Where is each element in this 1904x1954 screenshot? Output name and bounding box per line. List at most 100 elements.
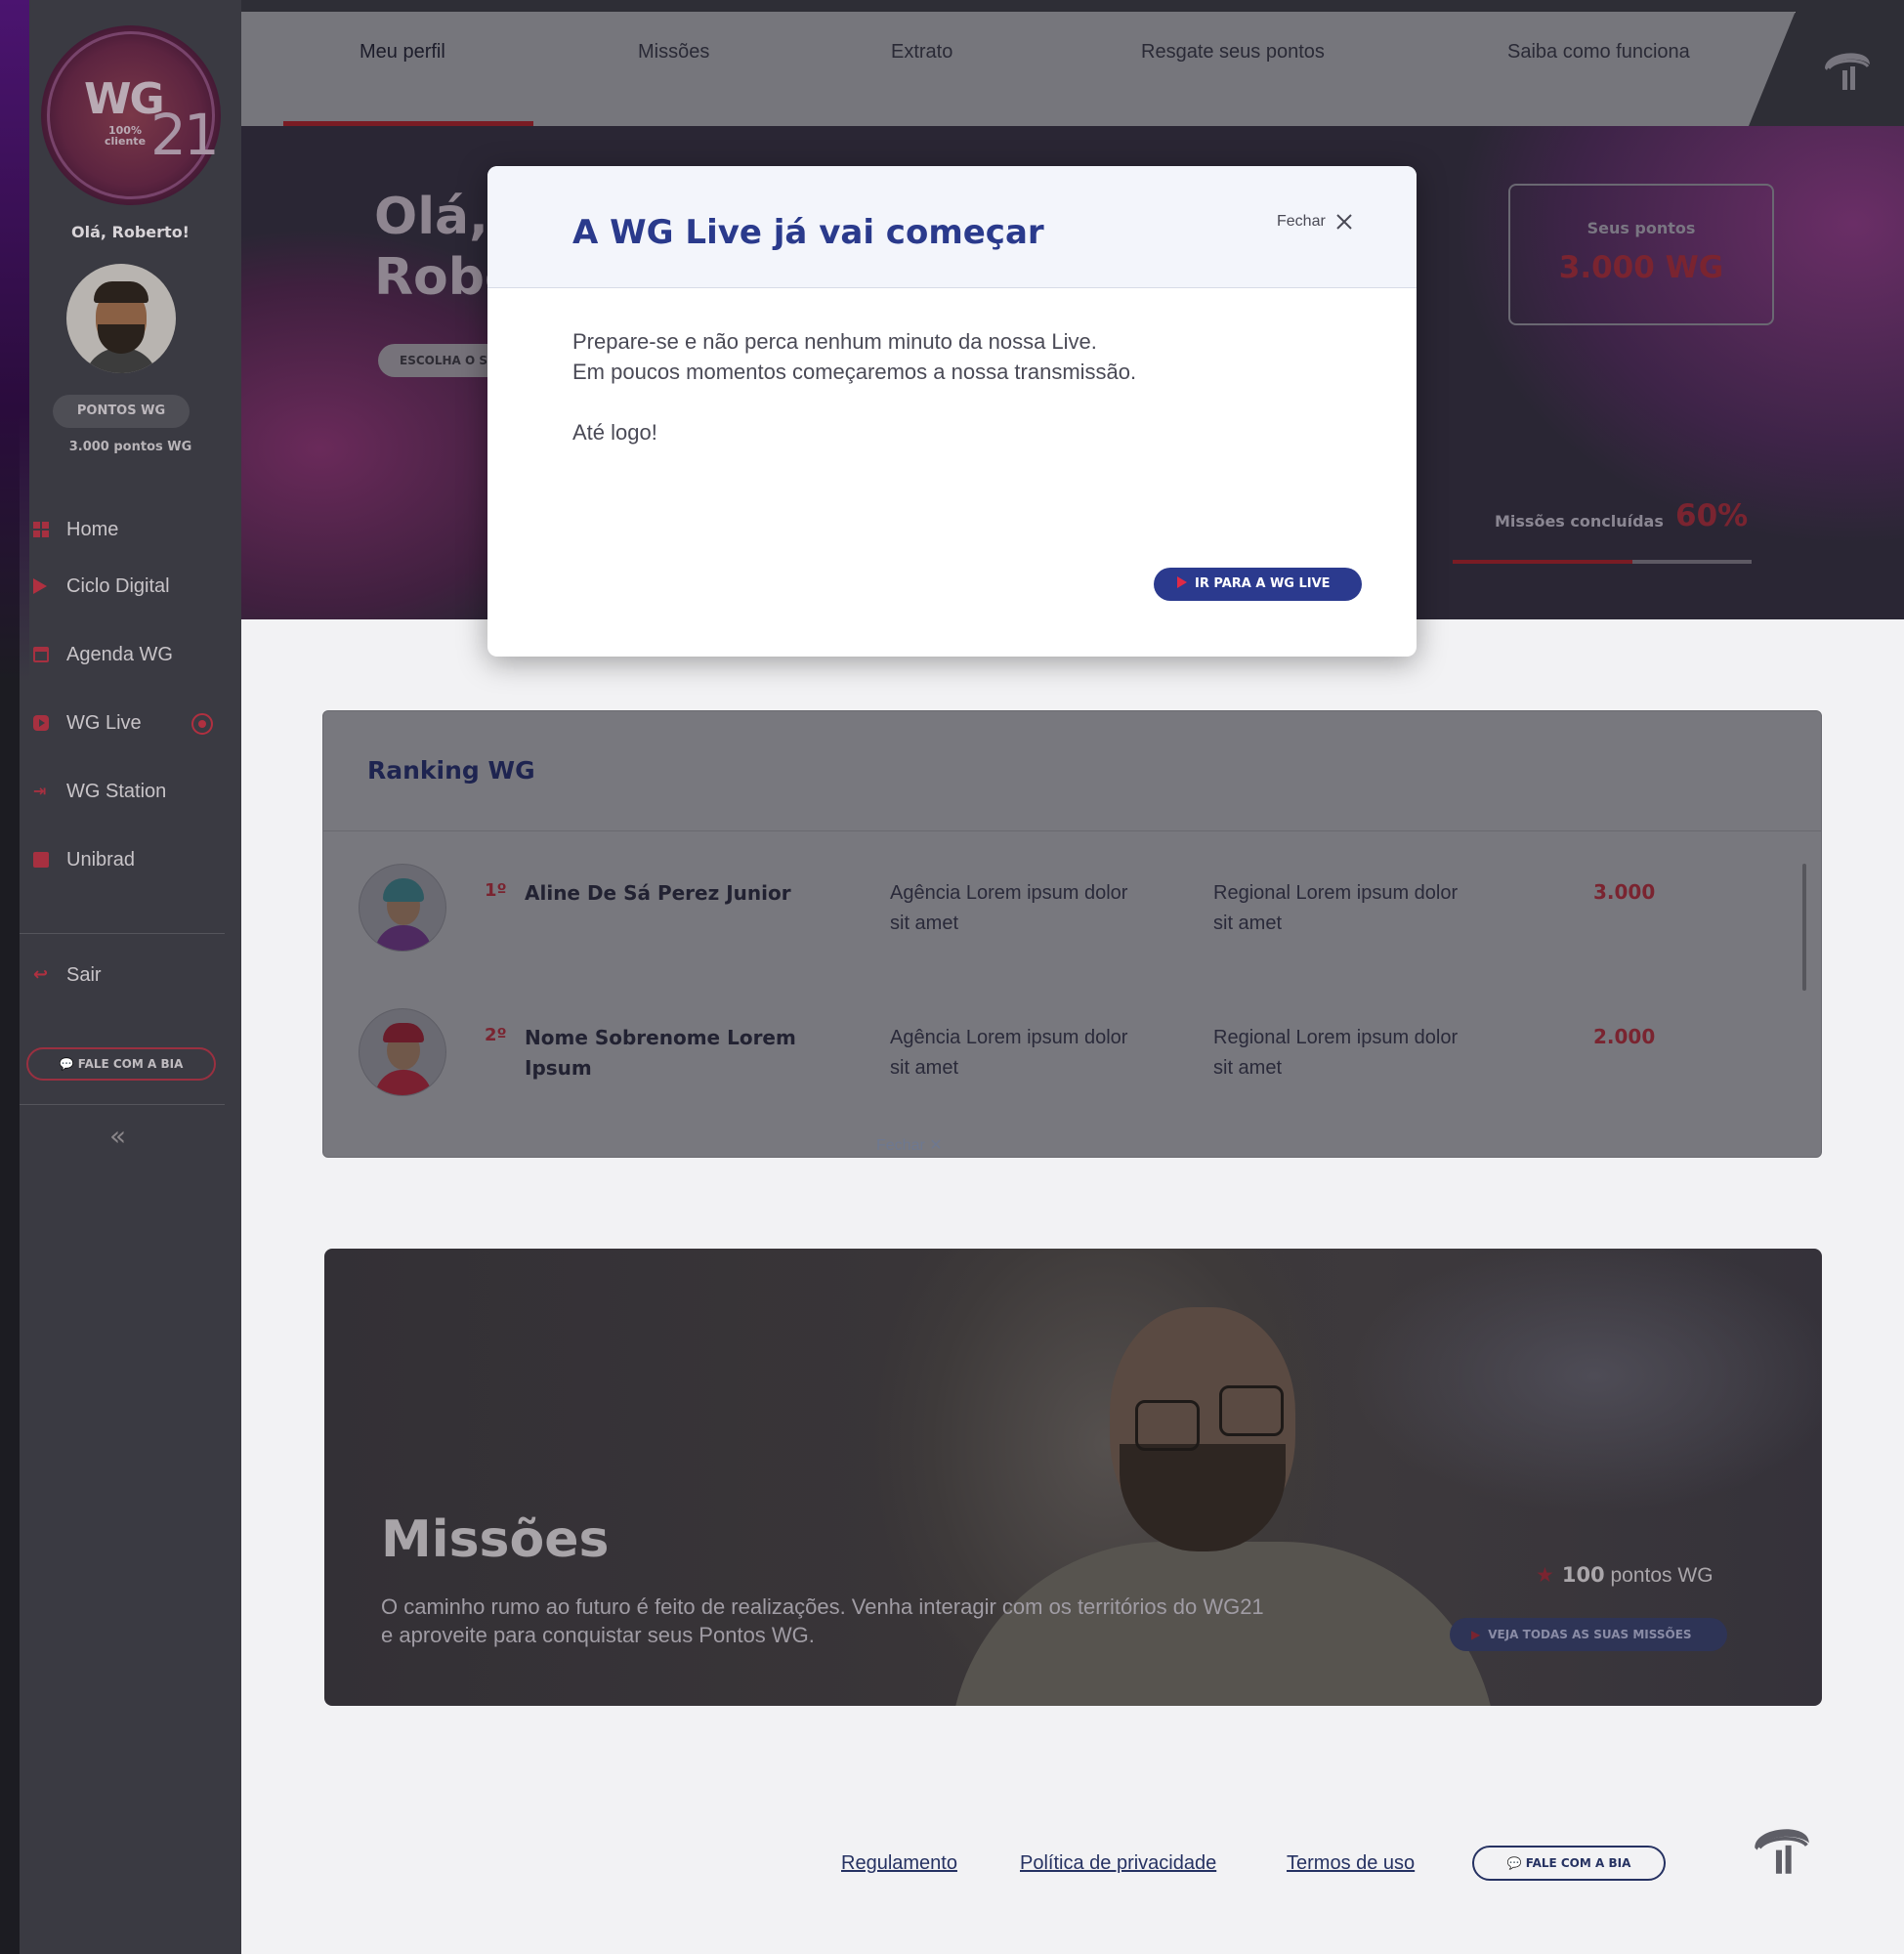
bradesco-logo-icon[interactable]	[1819, 39, 1876, 96]
divider	[20, 1104, 225, 1105]
wg-live-modal: A WG Live já vai começar Fechar Prepare-…	[487, 166, 1417, 657]
avatar[interactable]	[66, 264, 176, 373]
missions-title: Missões	[381, 1510, 610, 1569]
footer-bia-label: FALE COM A BIA	[1525, 1856, 1631, 1870]
footer-link-termos[interactable]: Termos de uso	[1287, 1852, 1415, 1875]
sidebar-item-unibrad[interactable]: Unibrad	[33, 840, 229, 879]
live-indicator-icon	[191, 713, 213, 735]
missions-progress-fill	[1453, 560, 1632, 564]
sidebar-greeting: Olá, Roberto!	[71, 223, 190, 241]
tab-resgate[interactable]: Resgate seus pontos	[1141, 41, 1325, 64]
sidebar-item-label: Home	[66, 518, 119, 540]
wg21-logo[interactable]: WG 21 100% cliente	[41, 25, 221, 205]
missions-done-label: Missões concluídas	[1495, 512, 1664, 531]
video-icon	[33, 715, 49, 731]
modal-title: A WG Live já vai começar	[572, 213, 1044, 252]
tab-meu-perfil[interactable]: Meu perfil	[360, 41, 445, 64]
fale-com-bia-button[interactable]: 💬 FALE COM A BIA	[26, 1047, 216, 1081]
table-row[interactable]: 2º Nome Sobrenome Lorem Ipsum Agência Lo…	[323, 981, 1821, 1118]
fale-com-bia-label: FALE COM A BIA	[77, 1057, 184, 1071]
choose-button[interactable]: ESCOLHA O S	[378, 344, 505, 377]
sidebar-glow	[0, 0, 29, 684]
rank-position: 1º	[485, 880, 507, 901]
star-icon: ★	[1536, 1564, 1554, 1587]
logo-number: 21	[150, 102, 220, 168]
close-icon[interactable]	[1335, 213, 1353, 231]
sidebar-points-text: 3.000 pontos WG	[68, 440, 192, 454]
rank-agency: Agência Lorem ipsum dolor sit amet	[890, 882, 1128, 934]
footer-bradesco-logo-icon	[1755, 1829, 1809, 1874]
collapse-sidebar-icon[interactable]: «	[109, 1120, 126, 1152]
play-icon	[33, 578, 47, 594]
top-navigation	[241, 12, 1795, 126]
avatar	[359, 864, 446, 952]
banner-photo-beard	[1120, 1444, 1286, 1551]
avatar-hat	[383, 1023, 424, 1042]
sidebar-item-label: Unibrad	[66, 848, 136, 871]
see-all-missions-button[interactable]: ▶ VEJA TODAS AS SUAS MISSÕES	[1450, 1618, 1727, 1651]
avatar-body	[375, 925, 432, 951]
modal-body: Prepare-se e não perca nenhum minuto da …	[572, 326, 1354, 447]
rank-points: 3.000	[1593, 880, 1656, 904]
rank-regional: Regional Lorem ipsum dolor sit amet	[1213, 882, 1459, 934]
avatar-beard	[98, 324, 145, 354]
rank-agency: Agência Lorem ipsum dolor sit amet	[890, 1027, 1128, 1079]
play-icon: ▶	[1471, 1628, 1481, 1641]
rank-name: Nome Sobrenome Lorem Ipsum	[525, 1026, 796, 1080]
ghost-close-text: Fechar ✕	[876, 1137, 943, 1154]
sidebar-item-label: WG Live	[66, 711, 142, 734]
missions-points-suffix: pontos WG	[1604, 1564, 1714, 1587]
avatar-hair	[383, 878, 424, 902]
sidebar-item-wg-live[interactable]: WG Live	[33, 703, 229, 743]
sidebar-item-label: WG Station	[66, 780, 167, 802]
station-icon: ⇥	[33, 782, 47, 800]
table-row[interactable]: 1º Aline De Sá Perez Junior Agência Lore…	[323, 836, 1821, 973]
logo-subtitle: 100% cliente	[104, 124, 147, 148]
banner-photo-glasses	[1135, 1400, 1200, 1451]
avatar-hair	[94, 281, 148, 303]
rank-points: 2.000	[1593, 1025, 1656, 1048]
ranking-title: Ranking WG	[367, 756, 535, 785]
sidebar-item-label: Ciclo Digital	[66, 574, 170, 597]
top-strip	[241, 0, 1904, 12]
tab-saiba-como-funciona[interactable]: Saiba como funciona	[1507, 41, 1690, 64]
sidebar-item-sair[interactable]: ↩ Sair	[33, 956, 229, 995]
missions-banner: Missões O caminho rumo ao futuro é feito…	[324, 1249, 1822, 1706]
divider	[20, 933, 225, 934]
avatar-body	[375, 1070, 432, 1095]
sidebar-item-label: Sair	[66, 963, 102, 986]
rank-name: Aline De Sá Perez Junior	[525, 881, 791, 905]
footer-link-regulamento[interactable]: Regulamento	[841, 1852, 957, 1875]
tab-extrato[interactable]: Extrato	[891, 41, 952, 64]
ranking-scrollbar[interactable]	[1802, 864, 1806, 991]
modal-close-button[interactable]: Fechar	[1277, 213, 1353, 231]
logout-icon: ↩	[33, 964, 49, 985]
see-all-missions-label: VEJA TODAS AS SUAS MISSÕES	[1488, 1628, 1692, 1641]
sidebar-item-wg-station[interactable]: ⇥ WG Station	[33, 772, 229, 811]
home-icon	[33, 522, 49, 537]
sidebar-item-home[interactable]: Home	[33, 510, 229, 549]
sidebar-item-agenda-wg[interactable]: Agenda WG	[33, 635, 229, 674]
modal-text-line: Prepare-se e não perca nenhum minuto da …	[572, 329, 1097, 354]
missions-done-value: 60%	[1675, 498, 1749, 533]
modal-close-label: Fechar	[1277, 213, 1326, 230]
modal-text-line: Em poucos momentos começaremos a nossa t…	[572, 360, 1137, 384]
footer-link-privacidade[interactable]: Política de privacidade	[1020, 1852, 1216, 1875]
go-to-wg-live-button[interactable]: IR PARA A WG LIVE	[1154, 568, 1362, 601]
missions-description: O caminho rumo ao futuro é feito de real…	[381, 1594, 1264, 1647]
sidebar-item-ciclo-digital[interactable]: Ciclo Digital	[33, 567, 229, 606]
rank-position: 2º	[485, 1025, 507, 1045]
chat-icon: 💬	[1506, 1856, 1526, 1870]
rank-regional: Regional Lorem ipsum dolor sit amet	[1213, 1027, 1459, 1079]
ranking-header: Ranking WG	[323, 711, 1821, 831]
points-card: Seus pontos 3.000 WG	[1508, 184, 1774, 325]
tab-missoes[interactable]: Missões	[638, 41, 709, 64]
sidebar-item-label: Agenda WG	[66, 643, 173, 665]
points-value: 3.000 WG	[1558, 250, 1724, 285]
missions-points-number: 100	[1561, 1563, 1605, 1587]
chat-icon: 💬	[59, 1057, 78, 1071]
footer-fale-com-bia-button[interactable]: 💬 FALE COM A BIA	[1472, 1846, 1666, 1881]
sidebar: WG 21 100% cliente Olá, Roberto! PONTOS …	[0, 0, 241, 1954]
play-icon	[1177, 576, 1187, 588]
